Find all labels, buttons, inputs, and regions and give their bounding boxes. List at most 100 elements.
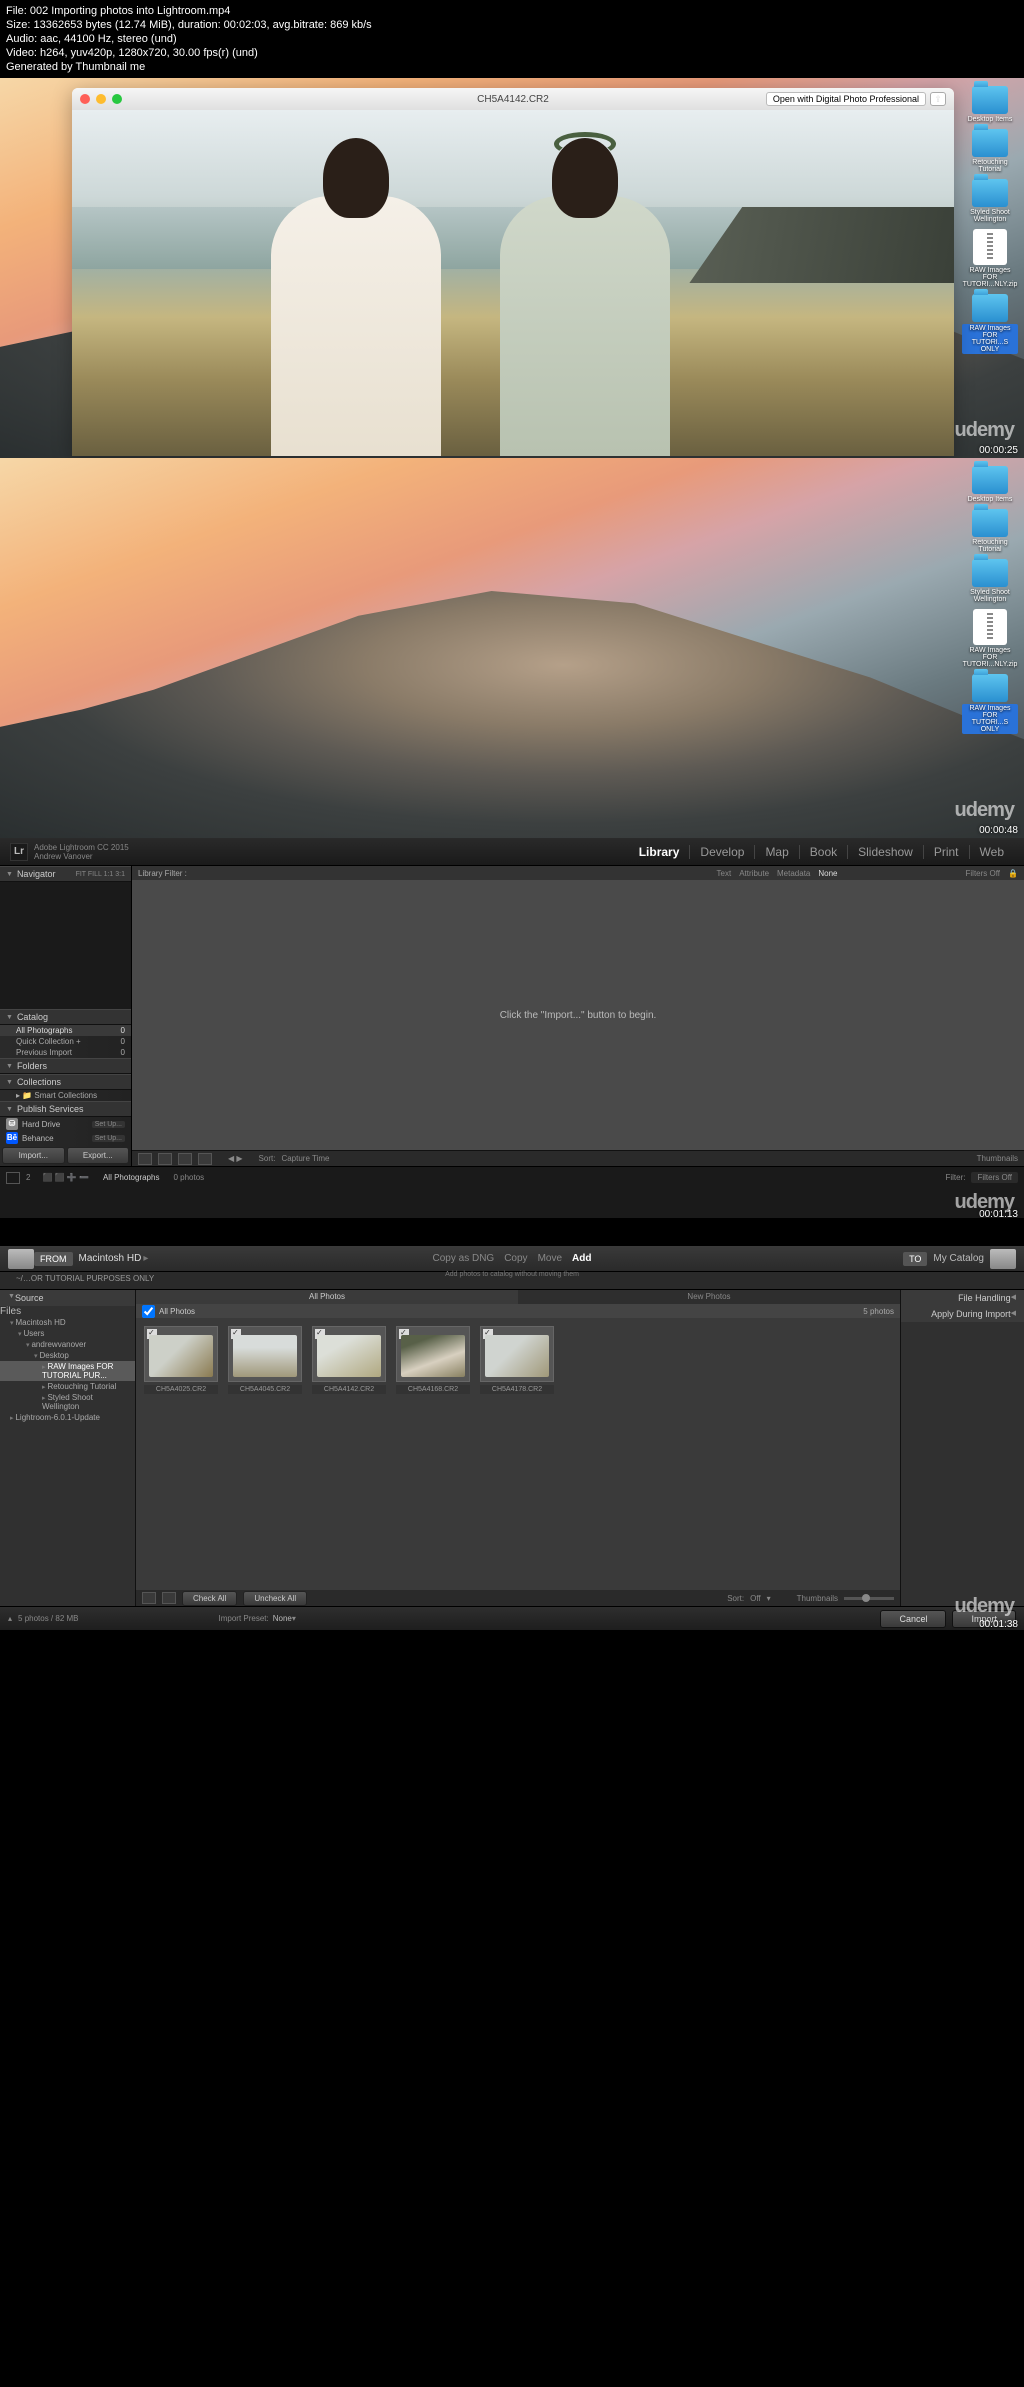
desktop-folder[interactable]: Retouching Tutorial — [962, 509, 1018, 553]
file-handling-header[interactable]: File Handling — [901, 1290, 1024, 1306]
select-all-checkbox[interactable] — [142, 1305, 155, 1318]
tree-node[interactable]: Users — [0, 1328, 135, 1339]
catalog-item[interactable]: All Photographs0 — [0, 1025, 131, 1036]
import-thumbnail[interactable]: CH5A4168.CR2 — [396, 1326, 470, 1394]
cancel-button[interactable]: Cancel — [880, 1610, 946, 1628]
publish-service[interactable]: BēBehanceSet Up... — [0, 1131, 131, 1145]
collections-header[interactable]: Collections — [0, 1074, 131, 1090]
preview-app-window: CH5A4142.CR2 Open with Digital Photo Pro… — [72, 88, 954, 456]
filter-dropdown[interactable]: Filters Off — [971, 1172, 1018, 1183]
source-name[interactable]: Macintosh HD — [79, 1253, 142, 1264]
tree-node[interactable]: Retouching Tutorial — [0, 1381, 135, 1392]
chevron-up-icon[interactable]: ▴ — [8, 1614, 12, 1623]
desktop-zip[interactable]: RAW Images FOR TUTORI...NLY.zip — [962, 229, 1018, 288]
collection-item[interactable]: ▸ 📁 Smart Collections — [0, 1090, 131, 1101]
import-thumbnail[interactable]: CH5A4025.CR2 — [144, 1326, 218, 1394]
mode-add[interactable]: Add — [572, 1253, 591, 1264]
import-preset-dropdown[interactable]: None — [273, 1614, 292, 1623]
source-section-header[interactable]: Source — [0, 1290, 135, 1306]
identity-plate: Adobe Lightroom CC 2015Andrew Vanover — [34, 843, 129, 861]
lightroom-topbar: Lr Adobe Lightroom CC 2015Andrew Vanover… — [0, 838, 1024, 866]
secondary-monitor-icon[interactable] — [6, 1172, 20, 1184]
all-photos-bar: All Photos 5 photos — [136, 1304, 900, 1318]
navigator-header[interactable]: NavigatorFIT FILL 1:1 3:1 — [0, 866, 131, 882]
screenshot-desktop: Desktop Items Retouching Tutorial Styled… — [0, 458, 1024, 838]
desktop-folder[interactable]: Desktop Items — [962, 466, 1018, 503]
desktop-folder-selected[interactable]: RAW Images FOR TUTORI...S ONLY — [962, 294, 1018, 354]
lock-icon[interactable]: 🔒 — [1008, 869, 1018, 878]
tree-node[interactable]: Lightroom-6.0.1-Update — [0, 1412, 135, 1423]
mode-move[interactable]: Move — [538, 1253, 562, 1264]
survey-view-icon[interactable] — [198, 1153, 212, 1165]
module-map[interactable]: Map — [754, 845, 798, 859]
module-book[interactable]: Book — [799, 845, 847, 859]
uncheck-all-button[interactable]: Uncheck All — [243, 1591, 307, 1606]
mode-description: Add photos to catalog without moving the… — [433, 1271, 592, 1278]
tab-new-photos[interactable]: New Photos — [518, 1290, 900, 1304]
desktop-folder[interactable]: Styled Shoot Wellington — [962, 179, 1018, 223]
window-titlebar: CH5A4142.CR2 Open with Digital Photo Pro… — [72, 88, 954, 110]
tab-all-photos[interactable]: All Photos — [136, 1290, 518, 1304]
catalog-header[interactable]: Catalog — [0, 1009, 131, 1025]
thumbnail-size-slider[interactable] — [844, 1597, 894, 1600]
desktop-folder-selected[interactable]: RAW Images FOR TUTORI...S ONLY — [962, 674, 1018, 734]
to-label: TO — [903, 1252, 927, 1266]
mode-copy-dng[interactable]: Copy as DNG — [433, 1253, 495, 1264]
import-grid: All Photos New Photos All Photos 5 photo… — [136, 1290, 900, 1606]
import-mode-picker[interactable]: Copy as DNG Copy Move Add Add photos to … — [433, 1253, 592, 1264]
import-toolbar: Check All Uncheck All Sort:Off▾ Thumbnai… — [136, 1590, 900, 1606]
tree-node[interactable]: andrewvanover — [0, 1339, 135, 1350]
tree-node-selected[interactable]: RAW Images FOR TUTORIAL PUR... — [0, 1361, 135, 1381]
thumbnail-grid: CH5A4025.CR2 CH5A4045.CR2 CH5A4142.CR2 C… — [136, 1318, 900, 1590]
module-web[interactable]: Web — [969, 845, 1014, 859]
check-all-button[interactable]: Check All — [182, 1591, 237, 1606]
publish-service[interactable]: ⛁Hard DriveSet Up... — [0, 1117, 131, 1131]
catalog-item[interactable]: Quick Collection +0 — [0, 1036, 131, 1047]
import-thumbnail[interactable]: CH5A4178.CR2 — [480, 1326, 554, 1394]
library-filter-bar[interactable]: Library Filter : TextAttributeMetadataNo… — [132, 866, 1024, 880]
catalog-item[interactable]: Previous Import0 — [0, 1047, 131, 1058]
mode-copy[interactable]: Copy — [504, 1253, 527, 1264]
import-header: FROM Macintosh HD▸ Copy as DNG Copy Move… — [0, 1246, 1024, 1272]
desktop-folder[interactable]: Desktop Items — [962, 86, 1018, 123]
import-button[interactable]: Import... — [2, 1147, 65, 1164]
compare-view-icon[interactable] — [178, 1153, 192, 1165]
module-library[interactable]: Library — [629, 845, 690, 859]
import-thumbnail[interactable]: CH5A4045.CR2 — [228, 1326, 302, 1394]
udemy-watermark: udemy — [955, 799, 1014, 822]
source-tree[interactable]: Macintosh HD Users andrewvanover Desktop… — [0, 1317, 135, 1606]
meta-video: Video: h264, yuv420p, 1280x720, 30.00 fp… — [6, 46, 1018, 60]
export-button[interactable]: Export... — [67, 1147, 130, 1164]
grid-view-icon[interactable] — [138, 1153, 152, 1165]
module-develop[interactable]: Develop — [689, 845, 754, 859]
module-slideshow[interactable]: Slideshow — [847, 845, 923, 859]
tree-node[interactable]: Macintosh HD — [0, 1317, 135, 1328]
import-tabs[interactable]: All Photos New Photos — [136, 1290, 900, 1304]
timecode: 00:00:25 — [979, 445, 1018, 456]
grid-view-icon[interactable] — [142, 1592, 156, 1604]
destination-name[interactable]: My Catalog — [933, 1253, 984, 1264]
catalog-list: All Photographs0 Quick Collection +0 Pre… — [0, 1025, 131, 1058]
loupe-view-icon[interactable] — [162, 1592, 176, 1604]
publish-header[interactable]: Publish Services — [0, 1101, 131, 1117]
tree-node[interactable]: Styled Shoot Wellington — [0, 1392, 135, 1412]
desktop-icons: Desktop Items Retouching Tutorial Styled… — [962, 466, 1018, 734]
meta-file: File: 002 Importing photos into Lightroo… — [6, 4, 1018, 18]
from-label: FROM — [34, 1252, 73, 1266]
module-print[interactable]: Print — [923, 845, 969, 859]
import-left-panel: Source Files Macintosh HD Users andrewva… — [0, 1290, 136, 1606]
main-content: Library Filter : TextAttributeMetadataNo… — [132, 866, 1024, 1166]
desktop-zip[interactable]: RAW Images FOR TUTORI...NLY.zip — [962, 609, 1018, 668]
tree-node[interactable]: Desktop — [0, 1350, 135, 1361]
import-thumbnail[interactable]: CH5A4142.CR2 — [312, 1326, 386, 1394]
apply-during-import-header[interactable]: Apply During Import — [901, 1306, 1024, 1322]
video-metadata: File: 002 Importing photos into Lightroo… — [0, 0, 1024, 78]
loupe-view-icon[interactable] — [158, 1153, 172, 1165]
filmstrip: 2 ⬛ ⬛ ➕ ➖ All Photographs 0 photos Filte… — [0, 1166, 1024, 1188]
module-picker[interactable]: Library Develop Map Book Slideshow Print… — [629, 845, 1014, 859]
preview-content — [72, 110, 954, 456]
folders-header[interactable]: Folders — [0, 1058, 131, 1074]
desktop-folder[interactable]: Styled Shoot Wellington — [962, 559, 1018, 603]
desktop-folder[interactable]: Retouching Tutorial — [962, 129, 1018, 173]
lightroom-import-dialog: FROM Macintosh HD▸ Copy as DNG Copy Move… — [0, 1246, 1024, 1630]
